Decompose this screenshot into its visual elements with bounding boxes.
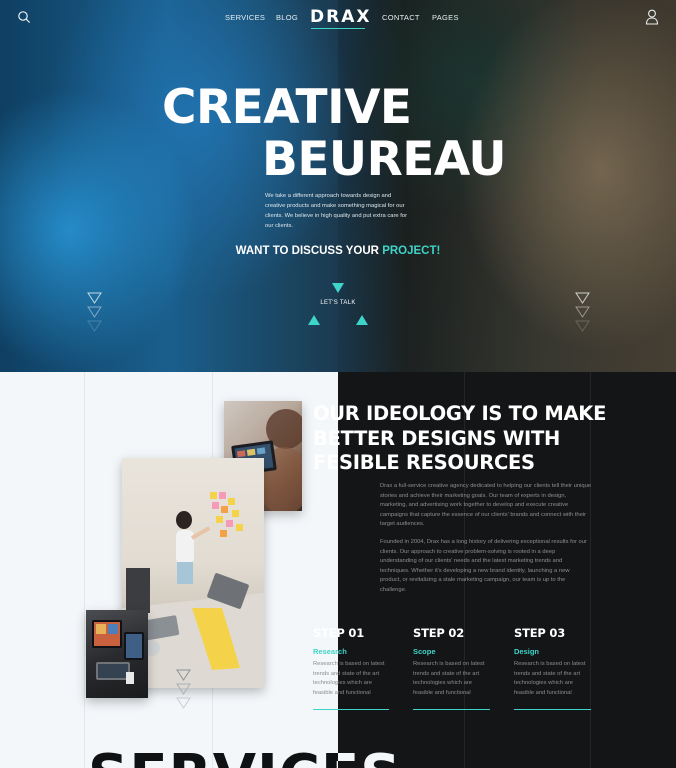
search-icon[interactable]	[17, 10, 31, 24]
nav-link-contact[interactable]: CONTACT	[382, 13, 420, 22]
decorative-triangles-icon	[87, 292, 102, 332]
triangle-up-icon	[308, 315, 320, 325]
hero-cta-accent: PROJECT!	[382, 245, 441, 257]
user-icon[interactable]	[645, 9, 659, 25]
top-nav: SERVICES BLOG DRAX CONTACT PAGES	[0, 0, 676, 36]
hero-title-line1: CREATIVE	[162, 80, 412, 135]
triangle-up-icon	[356, 315, 368, 325]
hero-title-line2: BEUREAU	[262, 132, 506, 187]
hero-cta-prefix: WANT TO DISCUSS YOUR	[235, 245, 383, 257]
hero-section: SERVICES BLOG DRAX CONTACT PAGES CREATIV…	[0, 0, 676, 372]
hero-description: We take a different approach towards des…	[265, 193, 407, 229]
services-title: SERVICES	[88, 748, 338, 768]
services-title-light: SERVICES	[338, 748, 402, 768]
nav-link-pages[interactable]: PAGES	[432, 13, 459, 22]
nav-link-services[interactable]: SERVICES	[225, 13, 265, 22]
nav-link-blog[interactable]: BLOG	[276, 13, 298, 22]
logo-underline	[311, 28, 365, 29]
hero-cta-heading: WANT TO DISCUSS YOUR PROJECT!	[0, 245, 676, 257]
services-title-clip-right: SERVICES	[338, 372, 676, 768]
logo[interactable]: DRAX	[310, 7, 369, 29]
services-title-clip-left: SERVICES	[0, 372, 338, 768]
decorative-triangles-icon	[575, 292, 590, 332]
about-section: OUR IDEOLOGY IS TO MAKE BETTER DESIGNS W…	[0, 372, 676, 768]
triangle-down-icon	[332, 283, 344, 293]
